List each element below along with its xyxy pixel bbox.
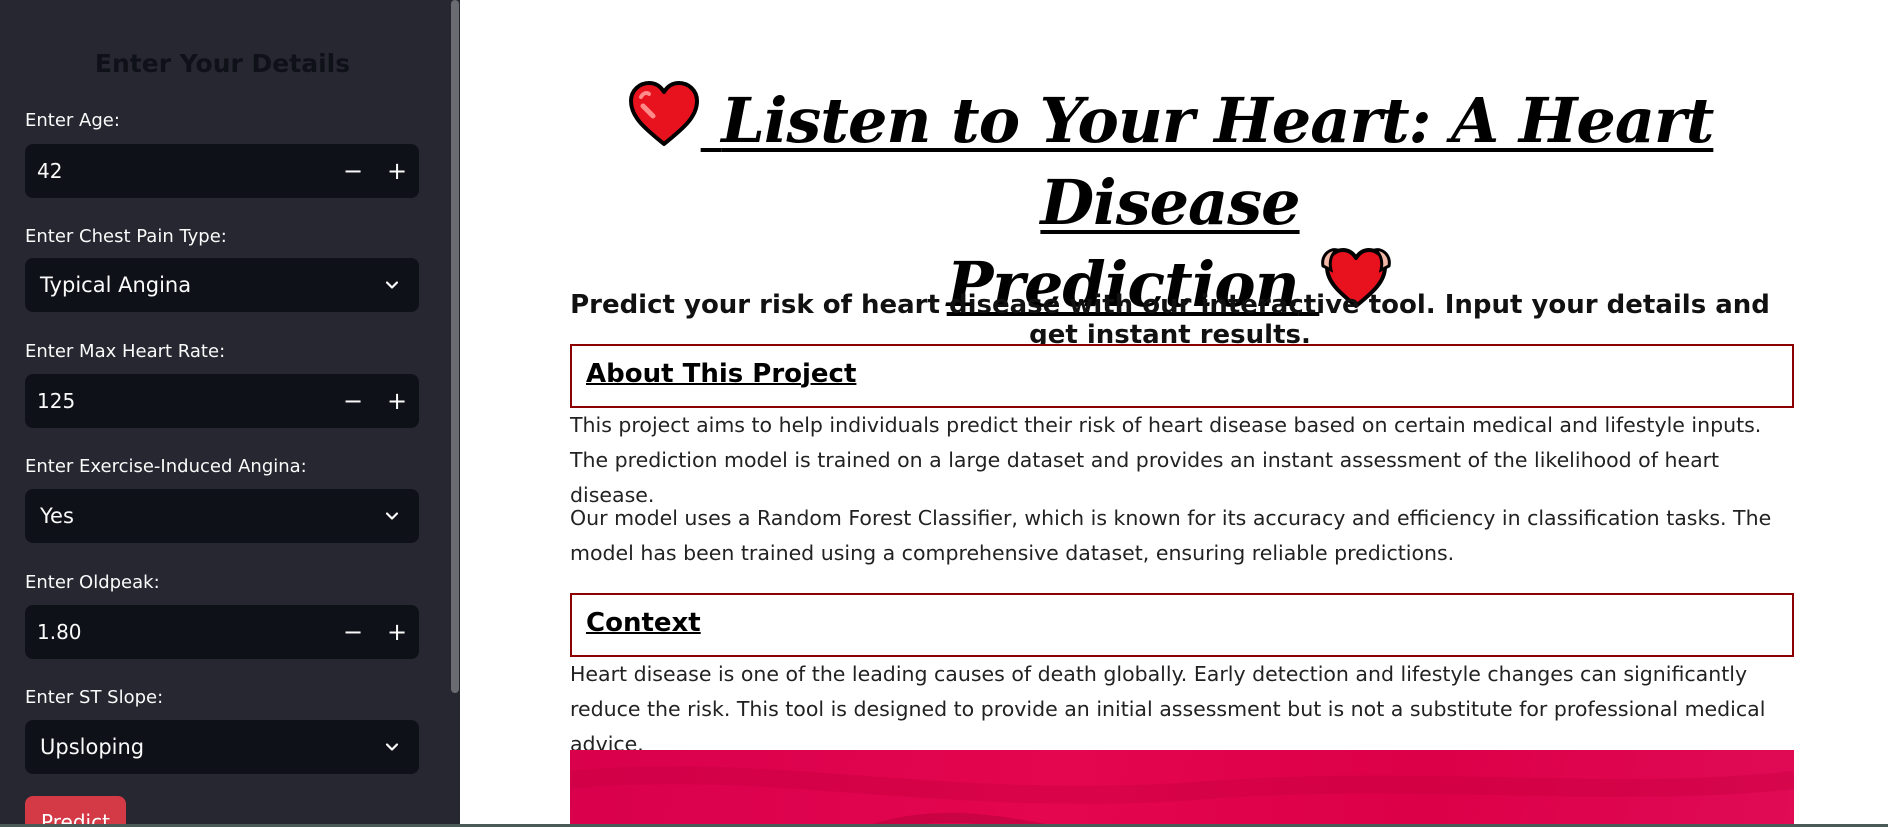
age-value[interactable]: 42: [37, 159, 62, 183]
max-heart-rate-input[interactable]: 125 − +: [25, 374, 419, 428]
about-heading: About This Project: [586, 359, 857, 389]
about-paragraph-2: Our model uses a Random Forest Classifie…: [570, 506, 1772, 565]
chevron-down-icon[interactable]: [383, 738, 401, 756]
st-slope-select[interactable]: Upsloping: [25, 720, 419, 774]
age-increment-button[interactable]: +: [375, 144, 419, 198]
exercise-angina-label: Enter Exercise-Induced Angina:: [25, 456, 307, 477]
context-paragraph: Heart disease is one of the leading caus…: [570, 662, 1766, 756]
page-subtitle: Predict your risk of heart disease with …: [570, 290, 1770, 350]
banner-image: [570, 750, 1794, 827]
chest-pain-label: Enter Chest Pain Type:: [25, 226, 227, 247]
max-heart-rate-label: Enter Max Heart Rate:: [25, 341, 226, 362]
max-heart-rate-decrement-button[interactable]: −: [331, 374, 375, 428]
oldpeak-increment-button[interactable]: +: [375, 605, 419, 659]
max-heart-rate-increment-button[interactable]: +: [375, 374, 419, 428]
about-paragraph-1: This project aims to help individuals pr…: [570, 413, 1762, 507]
context-section-header: Context: [570, 593, 1794, 657]
max-heart-rate-value[interactable]: 125: [37, 389, 75, 413]
chest-pain-select[interactable]: Typical Angina: [25, 258, 419, 312]
red-heart-icon: [628, 81, 699, 146]
oldpeak-decrement-button[interactable]: −: [331, 605, 375, 659]
age-input[interactable]: 42 − +: [25, 144, 419, 198]
oldpeak-label: Enter Oldpeak:: [25, 572, 160, 593]
oldpeak-value[interactable]: 1.80: [37, 620, 82, 644]
chest-pain-value: Typical Angina: [40, 273, 192, 297]
st-slope-label: Enter ST Slope:: [25, 687, 164, 708]
predict-button[interactable]: Predict: [25, 796, 126, 827]
oldpeak-input[interactable]: 1.80 − +: [25, 605, 419, 659]
exercise-angina-value: Yes: [40, 504, 74, 528]
sidebar-scrollbar[interactable]: [451, 0, 459, 693]
age-decrement-button[interactable]: −: [331, 144, 375, 198]
context-heading: Context: [586, 608, 701, 638]
about-section-header: About This Project: [570, 344, 1794, 408]
chevron-down-icon[interactable]: [383, 507, 401, 525]
st-slope-value: Upsloping: [40, 735, 145, 759]
main-content: Listen to Your Heart: A Heart Disease Pr…: [460, 0, 1888, 827]
chevron-down-icon[interactable]: [383, 276, 401, 294]
title-text-line1: Listen to Your Heart: A Heart Disease: [721, 84, 1714, 239]
sidebar: Enter Your Details Enter Age: 42 − + Ent…: [0, 0, 460, 827]
age-label: Enter Age:: [25, 110, 120, 131]
sidebar-heading: Enter Your Details: [94, 49, 351, 78]
exercise-angina-select[interactable]: Yes: [25, 489, 419, 543]
banner-texture: [570, 766, 1794, 827]
